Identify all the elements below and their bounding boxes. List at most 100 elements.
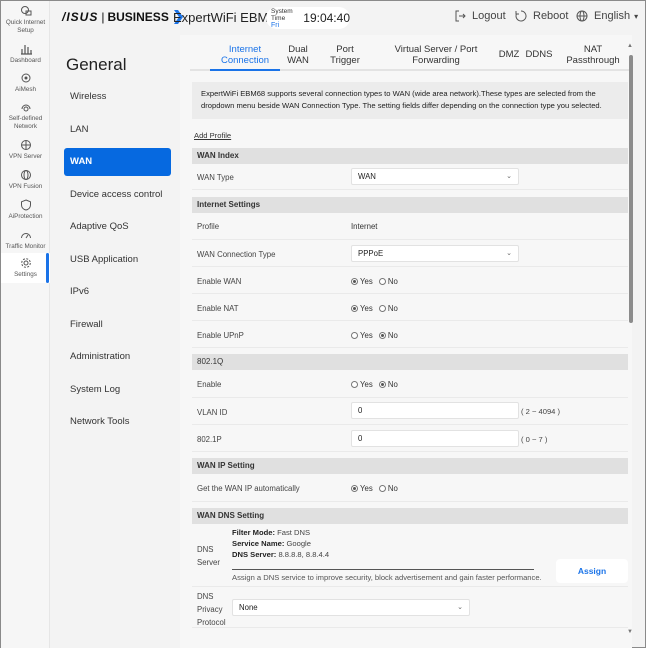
assign-button[interactable]: Assign <box>556 559 628 583</box>
rail-label: Dashboard <box>10 57 41 64</box>
filter-mode-key: Filter Mode: <box>232 528 276 537</box>
rail-label: Settings <box>14 271 37 278</box>
tab-label: WAN <box>287 55 309 66</box>
brand-separator: | <box>101 10 105 24</box>
enable-wan-label: Enable WAN <box>197 277 242 286</box>
aimesh-icon <box>21 73 30 83</box>
radio-dot <box>351 278 358 285</box>
tab-label: Internet <box>228 44 262 55</box>
filter-mode: Filter Mode: Fast DNS <box>232 527 329 538</box>
dns-privacy-value: None <box>239 603 258 612</box>
tab-dmz[interactable]: DMZ <box>497 49 521 60</box>
dns-privacy-select[interactable]: None ⌄ <box>232 599 470 616</box>
enable-wan-yes-radio[interactable]: Yes <box>351 277 373 286</box>
rail-item-settings[interactable]: Settings <box>1 253 50 283</box>
rail-item-quick-internet-setup[interactable]: Quick Internet Setup <box>1 5 50 35</box>
radio-label: Yes <box>360 484 373 493</box>
divider <box>232 569 534 570</box>
tab-ddns[interactable]: DDNS <box>524 49 554 60</box>
menu-item-ipv6[interactable]: IPv6 <box>64 278 171 306</box>
radio-label: Yes <box>360 304 373 313</box>
dns-server: DNS Server: 8.8.8.8, 8.8.4.4 <box>232 549 329 560</box>
dns-server-value: 8.8.8.8, 8.8.4.4 <box>276 550 330 559</box>
dot1p-input[interactable]: 0 <box>351 430 519 447</box>
radio-dot <box>351 305 358 312</box>
rail-item-aiprotection[interactable]: AiProtection <box>1 199 50 221</box>
content-scrollbar[interactable]: ▲ ▼ <box>626 43 636 635</box>
tab-dual-wan[interactable]: Dual WAN <box>283 44 313 66</box>
menu-item-firewall[interactable]: Firewall <box>64 311 171 339</box>
wan-connection-type-value: PPPoE <box>358 249 384 258</box>
tab-label: Dual <box>288 44 308 55</box>
shield-icon <box>20 199 31 211</box>
language-selector[interactable]: English ▾ <box>576 10 638 22</box>
rail-item-aimesh[interactable]: AiMesh <box>1 72 50 94</box>
rail-item-vpn-fusion[interactable]: VPN Fusion <box>1 169 50 191</box>
tab-nat-passthrough[interactable]: NAT Passthrough <box>565 44 621 66</box>
reboot-button[interactable]: Reboot <box>515 10 568 22</box>
menu-item-system-log[interactable]: System Log <box>64 376 171 404</box>
enable-nat-label: Enable NAT <box>197 304 239 313</box>
dns-server-label-line: DNS <box>197 545 214 554</box>
scrollbar-thumb[interactable] <box>629 55 633 323</box>
tab-label: Passthrough <box>566 55 620 66</box>
chevron-down-icon: ⌄ <box>506 250 512 257</box>
wan-type-label: WAN Type <box>197 173 234 182</box>
enable-upnp-no-radio[interactable]: No <box>378 331 398 340</box>
vpn-server-icon <box>20 140 31 150</box>
add-profile-link[interactable]: Add Profile <box>194 131 231 140</box>
tab-internet-connection[interactable]: Internet Connection <box>210 44 280 66</box>
dot1q-no-radio[interactable]: No <box>378 380 398 389</box>
dot1q-yes-radio[interactable]: Yes <box>351 380 373 389</box>
reboot-label: Reboot <box>533 10 569 22</box>
vlan-id-input[interactable]: 0 <box>351 402 519 419</box>
tab-virtual-server[interactable]: Virtual Server / Port Forwarding <box>386 44 486 66</box>
tab-label: NAT <box>583 44 603 55</box>
wan-connection-type-select[interactable]: PPPoE ⌄ <box>351 245 519 262</box>
enable-upnp-yes-radio[interactable]: Yes <box>351 331 373 340</box>
row-wan-type: WAN Type WAN ⌄ <box>192 164 628 190</box>
dns-server-label: DNS Server <box>197 543 225 569</box>
wan-ip-auto-yes-radio[interactable]: Yes <box>351 484 373 493</box>
menu-item-usb-application[interactable]: USB Application <box>64 246 171 274</box>
rail-item-self-defined-network[interactable]: Self-defined Network <box>1 101 50 131</box>
traffic-monitor-icon <box>20 233 31 239</box>
menu-item-lan[interactable]: LAN <box>64 116 171 144</box>
logout-button[interactable]: Logout <box>454 10 506 22</box>
menu-item-administration[interactable]: Administration <box>64 343 171 371</box>
row-enable-nat: Enable NAT Yes No <box>192 294 628 321</box>
rail-item-traffic-monitor[interactable]: Traffic Monitor <box>1 229 50 251</box>
rail-item-dashboard[interactable]: Dashboard <box>1 43 50 65</box>
asus-business-logo: /ISUS | BUSINESS <box>62 10 183 24</box>
dot1q-enable-label: Enable <box>197 380 222 389</box>
vlan-id-range: ( 2 ~ 4094 ) <box>521 407 561 416</box>
menu-item-wan[interactable]: WAN <box>64 148 171 176</box>
scroll-up-icon[interactable]: ▲ <box>627 43 633 49</box>
enable-wan-no-radio[interactable]: No <box>378 277 398 286</box>
system-day: Fri <box>271 21 280 29</box>
scroll-down-icon[interactable]: ▼ <box>627 629 633 635</box>
wan-ip-auto-no-radio[interactable]: No <box>378 484 398 493</box>
tab-port-trigger[interactable]: Port Trigger <box>325 44 365 66</box>
profile-link[interactable]: Internet <box>351 222 377 231</box>
menu-item-adaptive-qos[interactable]: Adaptive QoS <box>64 213 171 241</box>
row-802-1q-enable: Enable Yes No <box>192 370 628 398</box>
section-wan-ip-setting: WAN IP Setting <box>192 458 628 474</box>
radio-dot <box>378 485 386 492</box>
wan-type-select[interactable]: WAN ⌄ <box>351 168 519 185</box>
row-enable-wan: Enable WAN Yes No <box>192 267 628 294</box>
enable-nat-yes-radio[interactable]: Yes <box>351 304 373 313</box>
menu-item-wireless[interactable]: Wireless <box>64 83 171 111</box>
radio-dot <box>351 381 358 388</box>
row-vlan-id: VLAN ID 0 ( 2 ~ 4094 ) <box>192 398 628 425</box>
menu-item-network-tools[interactable]: Network Tools <box>64 408 171 436</box>
filter-mode-value: Fast DNS <box>275 528 311 537</box>
page-description: ExpertWiFi EBM68 supports several connec… <box>192 82 628 119</box>
menu-item-device-access-control[interactable]: Device access control <box>64 181 171 209</box>
rail-item-vpn-server[interactable]: VPN Server <box>1 139 50 161</box>
radio-label: Yes <box>360 277 373 286</box>
enable-nat-no-radio[interactable]: No <box>378 304 398 313</box>
rail-label: AiMesh <box>15 86 36 93</box>
radio-label: No <box>387 277 398 286</box>
gear-icon <box>20 258 31 268</box>
